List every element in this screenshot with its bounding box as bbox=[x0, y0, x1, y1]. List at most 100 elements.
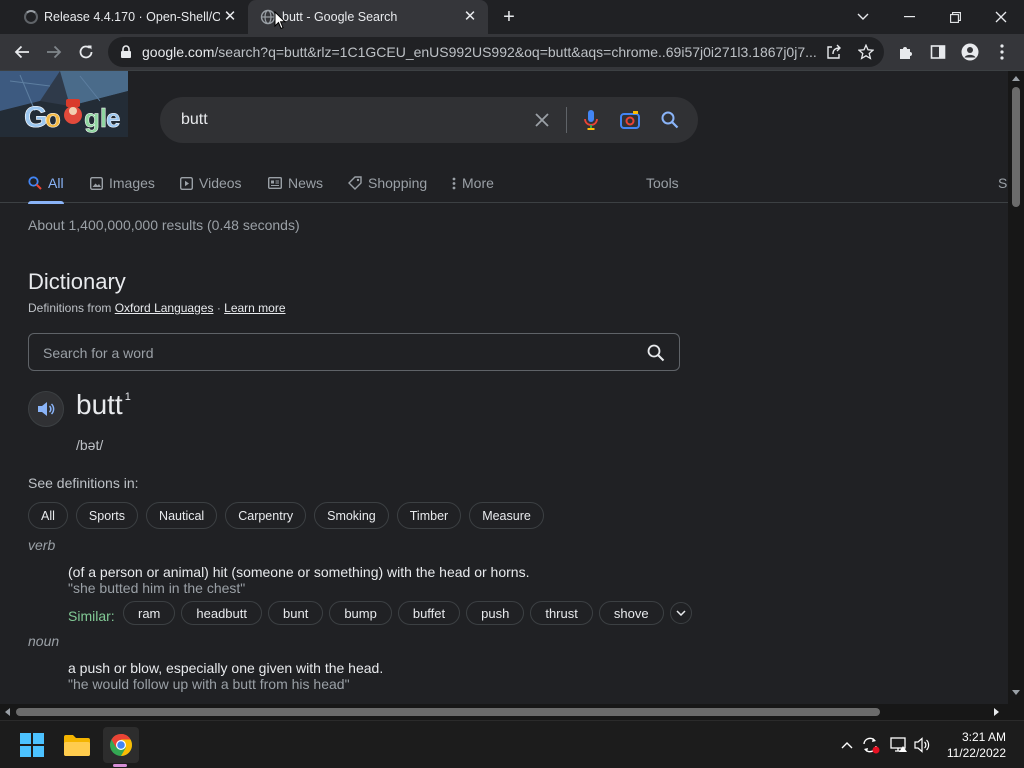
tab-more[interactable]: More bbox=[452, 173, 494, 193]
bookmark-star-icon[interactable] bbox=[858, 44, 874, 60]
horizontal-scrollbar[interactable] bbox=[0, 704, 1008, 720]
extensions-button[interactable] bbox=[892, 38, 920, 66]
domain-chip-smoking[interactable]: Smoking bbox=[314, 502, 389, 529]
scroll-up-arrow-icon[interactable] bbox=[1012, 75, 1020, 81]
vertical-scrollbar[interactable] bbox=[1008, 71, 1024, 704]
learn-more-link[interactable]: Learn more bbox=[224, 301, 285, 315]
domain-chip-all[interactable]: All bbox=[28, 502, 68, 529]
back-button[interactable] bbox=[8, 38, 36, 66]
tab-videos[interactable]: Videos bbox=[180, 173, 242, 193]
share-icon[interactable] bbox=[826, 44, 842, 60]
search-submit-button[interactable] bbox=[658, 108, 682, 132]
tab-images[interactable]: Images bbox=[90, 173, 155, 193]
synonym-chip[interactable]: push bbox=[466, 601, 525, 625]
profile-button[interactable] bbox=[956, 38, 984, 66]
result-stats: About 1,400,000,000 results (0.48 second… bbox=[28, 217, 300, 233]
start-button[interactable] bbox=[14, 727, 50, 763]
tab-shopping[interactable]: Shopping bbox=[348, 173, 427, 193]
new-tab-button[interactable]: + bbox=[498, 6, 520, 28]
profile-icon bbox=[961, 43, 979, 61]
clock[interactable]: 3:21 AM 11/22/2022 bbox=[947, 729, 1006, 761]
show-hidden-icons-button[interactable] bbox=[837, 735, 857, 755]
minimize-button[interactable] bbox=[886, 0, 932, 34]
tab-news[interactable]: News bbox=[268, 173, 323, 193]
scroll-right-arrow-icon[interactable] bbox=[994, 708, 1000, 716]
synonym-chip[interactable]: shove bbox=[598, 601, 664, 625]
arrow-right-icon bbox=[47, 45, 62, 59]
pronunciation-button[interactable] bbox=[28, 391, 64, 427]
tag-icon bbox=[348, 176, 362, 190]
domain-chip-carpentry[interactable]: Carpentry bbox=[225, 502, 307, 529]
tab-strip: Release 4.4.170 · Open-Shell/Ope ✕ butt … bbox=[0, 0, 1024, 34]
sync-tray-icon[interactable] bbox=[861, 735, 881, 755]
search-input[interactable]: butt bbox=[181, 111, 208, 129]
address-bar[interactable]: google.com/search?q=butt&rlz=1C1GCEU_enU… bbox=[108, 37, 884, 67]
vertical-scroll-thumb[interactable] bbox=[1012, 87, 1020, 207]
network-tray-icon[interactable] bbox=[889, 735, 909, 755]
search-icon bbox=[661, 111, 679, 129]
chevron-down-icon bbox=[857, 13, 869, 20]
tab-label: All bbox=[48, 175, 64, 191]
example-noun: "he would follow up with a butt from his… bbox=[68, 676, 350, 692]
volume-icon bbox=[914, 737, 930, 753]
domain-chip-sports[interactable]: Sports bbox=[75, 502, 139, 529]
close-window-button[interactable] bbox=[978, 0, 1024, 34]
tab-search-button[interactable] bbox=[840, 0, 886, 34]
folder-icon bbox=[64, 735, 90, 756]
volume-tray-icon[interactable] bbox=[913, 735, 933, 755]
part-of-speech-noun: noun bbox=[28, 633, 60, 649]
google-doodle-logo[interactable]: G o gl e bbox=[0, 71, 128, 137]
synonym-chip[interactable]: thrust bbox=[530, 601, 593, 625]
close-tab-icon[interactable]: ✕ bbox=[462, 9, 478, 25]
chevron-down-icon bbox=[676, 610, 686, 616]
windows-taskbar: 3:21 AM 11/22/2022 bbox=[0, 720, 1024, 768]
horizontal-scroll-thumb[interactable] bbox=[16, 708, 880, 716]
tab-label: Videos bbox=[199, 175, 242, 191]
separator: · bbox=[216, 301, 221, 315]
svg-text:o: o bbox=[45, 103, 61, 133]
headword-text: butt bbox=[76, 389, 123, 420]
tab-label: News bbox=[288, 175, 324, 191]
chrome-taskbar-button[interactable] bbox=[103, 727, 139, 763]
scroll-left-arrow-icon[interactable] bbox=[4, 708, 10, 716]
domain-chip-timber[interactable]: Timber bbox=[396, 502, 462, 529]
synonym-chip[interactable]: bump bbox=[329, 601, 392, 625]
word-search-field[interactable]: Search for a word bbox=[28, 333, 680, 371]
scroll-down-arrow-icon[interactable] bbox=[1012, 690, 1020, 696]
synonym-chip[interactable]: headbutt bbox=[181, 601, 262, 625]
close-tab-icon[interactable]: ✕ bbox=[222, 9, 238, 25]
dictionary-title: Dictionary bbox=[28, 269, 126, 294]
domain-chip-measure[interactable]: Measure bbox=[469, 502, 544, 529]
menu-button[interactable] bbox=[988, 38, 1016, 66]
forward-button[interactable] bbox=[40, 38, 68, 66]
domain-chip-nautical[interactable]: Nautical bbox=[146, 502, 218, 529]
tab-label: Shopping bbox=[368, 175, 428, 191]
restore-button[interactable] bbox=[932, 0, 978, 34]
search-type-tabs: All Images Videos News Shopping More Too… bbox=[0, 171, 1008, 204]
tools-button[interactable]: Tools bbox=[646, 173, 679, 193]
synonym-chip[interactable]: buffet bbox=[397, 601, 461, 625]
headword: butt 1 bbox=[76, 389, 131, 421]
expand-synonyms-button[interactable] bbox=[669, 602, 692, 624]
file-explorer-button[interactable] bbox=[59, 727, 95, 763]
svg-text:gl: gl bbox=[84, 103, 107, 133]
image-search-button[interactable] bbox=[618, 108, 642, 132]
close-icon bbox=[995, 11, 1007, 23]
reload-button[interactable] bbox=[72, 38, 100, 66]
tab-all[interactable]: All bbox=[28, 173, 64, 204]
browser-tab-open-shell[interactable]: Release 4.4.170 · Open-Shell/Ope ✕ bbox=[8, 0, 248, 34]
mouse-cursor-icon bbox=[274, 11, 286, 30]
synonym-chip[interactable]: bunt bbox=[268, 601, 324, 625]
clock-time: 3:21 AM bbox=[961, 730, 1006, 744]
overflow-link[interactable]: S bbox=[998, 173, 1007, 193]
synonym-chip[interactable]: ram bbox=[123, 601, 176, 625]
clear-search-button[interactable] bbox=[530, 108, 554, 132]
oxford-languages-link[interactable]: Oxford Languages bbox=[115, 301, 214, 315]
search-icon[interactable] bbox=[647, 344, 665, 362]
voice-search-button[interactable] bbox=[579, 108, 603, 132]
reload-icon bbox=[79, 45, 93, 59]
puzzle-icon bbox=[900, 47, 912, 59]
search-box[interactable]: butt bbox=[160, 97, 698, 143]
side-panel-button[interactable] bbox=[924, 38, 952, 66]
loading-spinner-icon bbox=[24, 10, 38, 24]
